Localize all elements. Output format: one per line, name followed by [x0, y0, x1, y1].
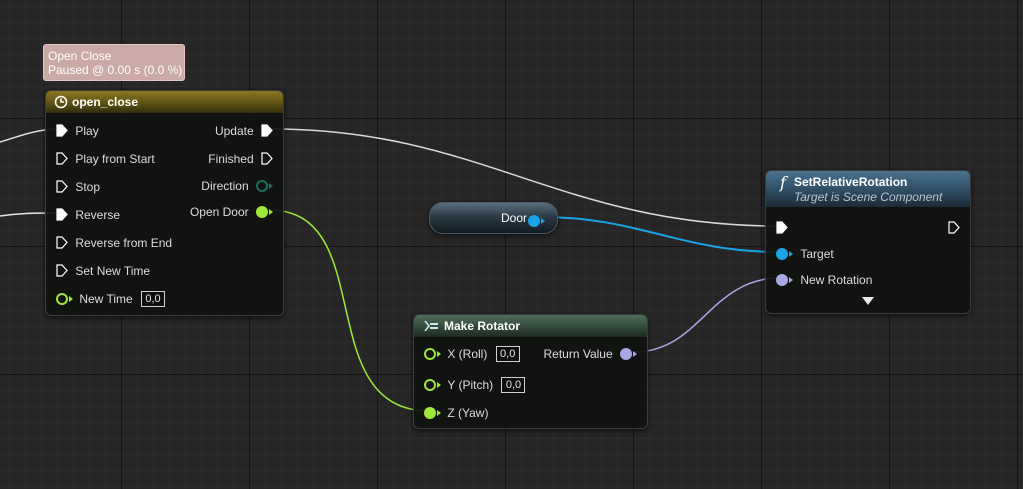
timeline-node-header[interactable]: open_close	[46, 91, 283, 113]
pin-label: Stop	[75, 179, 101, 194]
object-pin-filled-icon	[776, 247, 788, 260]
exec-pin-filled-icon	[261, 124, 273, 137]
pin-target[interactable]: Target	[776, 245, 834, 261]
set-relative-rotation-title: SetRelativeRotation	[794, 175, 908, 189]
pin-direction[interactable]: Direction	[201, 177, 273, 193]
pin-label: Set New Time	[75, 263, 151, 278]
pin-new-time[interactable]: New Time 0,0	[56, 290, 166, 307]
pin-arrow-icon	[69, 295, 73, 302]
float-pin-icon	[424, 378, 436, 391]
pin-new-rotation[interactable]: New Rotation	[776, 271, 872, 287]
exec-pin-filled-icon	[56, 124, 68, 137]
make-rotator-node[interactable]: Make Rotator X (Roll) 0,0 Y (Pitch) 0,0 …	[413, 314, 648, 429]
pin-arrow-icon	[269, 182, 273, 189]
set-relative-rotation-node[interactable]: f SetRelativeRotation Target is Scene Co…	[765, 170, 971, 314]
pin-play-from-start[interactable]: Play from Start	[56, 150, 155, 166]
pin-open-door[interactable]: Open Door	[190, 203, 273, 219]
comment-title: Open Close	[48, 49, 112, 63]
pin-arrow-icon	[789, 276, 793, 283]
pin-label: Reverse	[75, 207, 121, 222]
pin-label: Reverse from End	[75, 235, 173, 250]
x-roll-value-input[interactable]: 0,0	[495, 345, 520, 362]
timeline-node-title: open_close	[72, 95, 139, 109]
set-relative-rotation-header[interactable]: f SetRelativeRotation Target is Scene Co…	[766, 171, 970, 207]
set-relative-rotation-subtitle: Target is Scene Component	[794, 190, 943, 204]
wire-door-target[interactable]	[540, 216, 781, 253]
pin-arrow-icon	[437, 381, 441, 388]
door-variable-label: Door	[500, 211, 527, 225]
pin-arrow-icon	[437, 409, 441, 416]
function-icon: f	[780, 173, 786, 192]
float-pin-filled-icon	[424, 406, 436, 419]
object-pin-filled-icon	[528, 214, 540, 227]
exec-pin-icon	[261, 152, 273, 165]
pin-reverse[interactable]: Reverse	[56, 206, 120, 222]
pin-label: Direction	[201, 178, 249, 193]
pin-label: Target	[800, 246, 834, 261]
timeline-node[interactable]: open_close Play Play from Start Stop Rev…	[45, 90, 284, 316]
pin-label: Finished	[208, 151, 254, 166]
float-pin-icon	[424, 347, 436, 360]
pin-arrow-icon	[633, 350, 637, 357]
pin-z-yaw[interactable]: Z (Yaw)	[424, 404, 488, 420]
pin-label: Update	[214, 123, 254, 138]
pin-reverse-from-end[interactable]: Reverse from End	[56, 234, 172, 250]
struct-pin-filled-icon	[776, 273, 788, 286]
pin-finished[interactable]: Finished	[208, 150, 273, 166]
exec-pin-filled-icon	[776, 221, 788, 234]
pin-label: New Rotation	[800, 272, 873, 287]
pin-label: Open Door	[189, 204, 249, 219]
exec-pin-icon	[56, 264, 68, 277]
exec-pin-icon	[56, 152, 68, 165]
pin-arrow-icon	[541, 217, 545, 224]
exec-pin-icon	[948, 221, 960, 234]
exec-pin-icon	[56, 180, 68, 193]
exec-pin-icon	[56, 236, 68, 249]
pin-arrow-icon	[269, 208, 273, 215]
float-pin-filled-icon	[256, 205, 268, 218]
pin-arrow-icon	[789, 250, 793, 257]
pin-label: Play from Start	[75, 151, 155, 166]
struct-pin-filled-icon	[620, 347, 632, 360]
exec-pin-filled-icon	[56, 208, 68, 221]
pin-label: Z (Yaw)	[447, 405, 489, 420]
make-rotator-title: Make Rotator	[444, 319, 521, 333]
pin-label: Return Value	[543, 346, 613, 361]
door-output-pin[interactable]	[528, 212, 545, 230]
clock-icon	[54, 95, 68, 109]
pin-label: Y (Pitch)	[447, 377, 494, 392]
y-pitch-value-input[interactable]: 0,0	[501, 376, 526, 393]
pin-x-roll[interactable]: X (Roll) 0,0	[424, 345, 520, 362]
pin-return-value[interactable]: Return Value	[543, 345, 637, 361]
pin-set-new-time[interactable]: Set New Time	[56, 262, 150, 278]
timeline-comment-bubble: Open Close Paused @ 0.00 s (0.0 %)	[43, 44, 185, 81]
door-variable-node[interactable]: Door	[429, 202, 558, 234]
wire-open-door-yaw[interactable]	[268, 209, 431, 412]
new-time-value-input[interactable]: 0,0	[141, 290, 166, 307]
enum-pin-icon	[256, 179, 268, 192]
make-rotator-header[interactable]: Make Rotator	[414, 315, 647, 337]
wire-return-rotation[interactable]	[633, 277, 781, 353]
float-pin-icon	[56, 292, 68, 305]
pin-exec-in[interactable]	[776, 219, 788, 235]
pin-label: Play	[75, 123, 99, 138]
pin-y-pitch[interactable]: Y (Pitch) 0,0	[424, 376, 526, 393]
expand-node-arrow-icon[interactable]	[862, 297, 874, 305]
pin-play[interactable]: Play	[56, 122, 99, 138]
pin-label: New Time	[79, 291, 133, 306]
pin-label: X (Roll)	[447, 346, 488, 361]
pin-exec-out[interactable]	[948, 219, 960, 235]
make-struct-icon	[424, 320, 438, 332]
pin-arrow-icon	[437, 350, 441, 357]
pin-update[interactable]: Update	[215, 122, 273, 138]
comment-status: Paused @ 0.00 s (0.0 %)	[48, 63, 183, 77]
pin-stop[interactable]: Stop	[56, 178, 100, 194]
